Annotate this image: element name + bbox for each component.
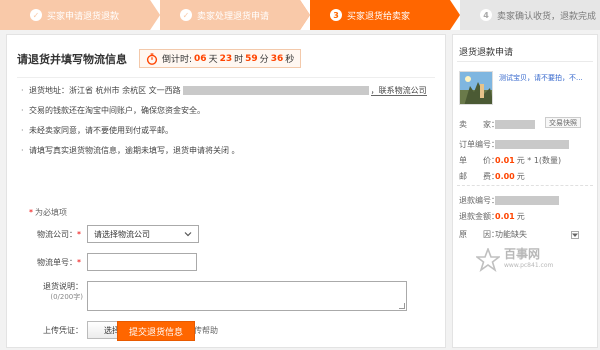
- shipping-label: 邮 费：: [459, 172, 499, 181]
- product-name-link[interactable]: 测试宝贝，请不要拍，不...: [499, 73, 595, 83]
- timer-seconds: 36: [270, 53, 284, 64]
- refund-no-row: 退款编号：: [459, 195, 559, 206]
- shipping-fee: 0.00: [495, 172, 515, 181]
- description-counter: (0/200字): [50, 293, 83, 301]
- required-star: *: [29, 208, 33, 217]
- reason-dropdown[interactable]: [571, 230, 579, 239]
- reason-value: 功能缺失: [495, 230, 527, 239]
- timer-days-unit: 天: [208, 55, 218, 65]
- tracking-label-text: 物流单号：: [37, 257, 77, 267]
- check-icon: ✓: [30, 9, 42, 21]
- watermark: 百事网 www.pc841.com: [476, 244, 586, 276]
- refund-unit: 元: [516, 212, 525, 221]
- seller-redacted: [495, 120, 535, 129]
- description-row: 退货说明： (0/200字): [7, 281, 407, 311]
- refund-no-redacted: [495, 196, 559, 205]
- reason-row: 原 因： 功能缺失: [459, 229, 579, 240]
- timer-prefix: 倒计时:: [162, 55, 193, 65]
- step-return-goods: 3 买家退货给卖家: [300, 0, 460, 30]
- step-label: 卖家处理退货申请: [197, 11, 270, 22]
- refund-amount-row: 退款金额： 0.01 元: [459, 211, 525, 222]
- description-textarea[interactable]: [87, 281, 407, 311]
- address-text: 退货地址：浙江省 杭州市 余杭区 文一西路: [29, 86, 181, 95]
- title-row: 请退货并填写物流信息 倒计时: 06 天 23 时 59 分 36 秒: [17, 49, 302, 68]
- company-label: 物流公司：*: [7, 229, 87, 240]
- notice-address: 退货地址：浙江省 杭州市 余杭区 文一西路 ，联系物流公司: [21, 81, 431, 101]
- required-star: *: [77, 257, 81, 267]
- watermark-url: www.pc841.com: [504, 262, 554, 269]
- description-label-text: 退货说明：: [43, 282, 83, 291]
- step-label: 买家申请退货退款: [47, 11, 120, 22]
- divider: [17, 77, 435, 78]
- order-row: 订单编号：: [459, 139, 569, 150]
- product-image: [460, 72, 492, 104]
- description-label: 退货说明： (0/200字): [7, 281, 87, 302]
- divider: [457, 61, 593, 62]
- resize-grip-icon[interactable]: [399, 303, 405, 309]
- notice-item: 请填写真实退货物流信息，逾期未填写，退货申请将关闭 。: [21, 141, 431, 161]
- seller-row: 卖 家：: [459, 119, 535, 130]
- page-title: 请退货并填写物流信息: [17, 52, 127, 66]
- notice-item: 交易的钱款还在淘宝中间账户，确保您资金安全。: [21, 101, 431, 121]
- company-label-text: 物流公司：: [37, 229, 77, 239]
- price-suffix: 元 * 1(数量): [516, 156, 562, 165]
- refund-amount: 0.01: [495, 212, 515, 221]
- refund-no-label: 退款编号：: [459, 196, 499, 205]
- check-icon: ✓: [180, 9, 192, 21]
- notice-item: 未经卖家同意，请不要使用到付或平邮。: [21, 121, 431, 141]
- timer-minutes: 59: [245, 53, 258, 64]
- required-star: *: [77, 229, 81, 239]
- reason-label: 原 因：: [459, 230, 499, 239]
- step-number: 4: [480, 9, 492, 21]
- refund-summary-panel: 退货退款申请 测试宝贝，请不要拍，不... 卖 家： 交易快照 订单编号： 单 …: [452, 34, 598, 348]
- timer-days: 06: [194, 53, 207, 64]
- company-select[interactable]: 请选择物流公司: [87, 225, 199, 243]
- seller-label: 卖 家：: [459, 120, 499, 129]
- divider: [457, 185, 593, 186]
- step-label: 卖家确认收货，退款完成: [497, 11, 597, 22]
- price-row: 单 价： 0.01 元 * 1(数量): [459, 155, 561, 166]
- shipping-row: 邮 费： 0.00 元: [459, 171, 525, 182]
- step-confirm-refund: 4 卖家确认收货，退款完成: [450, 0, 600, 30]
- stopwatch-icon: [146, 52, 158, 65]
- notice-list: 退货地址：浙江省 杭州市 余杭区 文一西路 ，联系物流公司 交易的钱款还在淘宝中间…: [21, 81, 431, 161]
- refund-amount-label: 退款金额：: [459, 212, 499, 221]
- company-select-value: 请选择物流公司: [94, 229, 150, 239]
- timer-hours-unit: 时: [234, 55, 244, 65]
- watermark-text: 百事网 www.pc841.com: [504, 247, 554, 271]
- company-row: 物流公司：* 请选择物流公司: [7, 225, 199, 243]
- star-logo-icon: [476, 248, 500, 272]
- watermark-name: 百事网: [504, 247, 541, 261]
- product-thumbnail[interactable]: [459, 71, 493, 105]
- step-label: 买家退货给卖家: [347, 11, 411, 22]
- upload-label: 上传凭证：: [43, 325, 83, 335]
- step-number: 3: [330, 9, 342, 21]
- unit-price: 0.01: [495, 156, 515, 165]
- required-note: * 为必填项: [29, 207, 67, 218]
- snapshot-button[interactable]: 交易快照: [545, 117, 581, 128]
- caret-down-icon: [572, 233, 578, 237]
- step-apply: ✓ 买家申请退货退款: [0, 0, 160, 30]
- progress-steps: ✓ 买家申请退货退款 ✓ 卖家处理退货申请 3 买家退货给卖家 4 卖家确认收货…: [0, 0, 600, 30]
- step-seller-process: ✓ 卖家处理退货申请: [150, 0, 310, 30]
- tracking-label: 物流单号：*: [7, 257, 87, 268]
- chevron-down-icon: [184, 232, 192, 237]
- timer-minutes-unit: 分: [259, 55, 269, 65]
- side-title: 退货退款申请: [459, 48, 514, 58]
- countdown-timer: 倒计时: 06 天 23 时 59 分 36 秒: [139, 49, 302, 68]
- shipping-unit: 元: [516, 172, 525, 181]
- tracking-number-input[interactable]: [87, 253, 197, 271]
- address-redacted: [182, 86, 369, 95]
- timer-seconds-unit: 秒: [285, 55, 295, 65]
- required-note-text: 为必填项: [35, 208, 67, 217]
- price-label: 单 价：: [459, 156, 499, 165]
- submit-return-button[interactable]: 提交退货信息: [117, 321, 195, 341]
- timer-hours: 23: [219, 53, 233, 64]
- order-redacted: [495, 140, 569, 149]
- return-form-panel: 请退货并填写物流信息 倒计时: 06 天 23 时 59 分 36 秒 退货地址…: [6, 34, 446, 348]
- address-suffix: ，联系物流公司: [370, 86, 427, 96]
- tracking-row: 物流单号：*: [7, 253, 197, 271]
- order-label: 订单编号：: [459, 140, 499, 149]
